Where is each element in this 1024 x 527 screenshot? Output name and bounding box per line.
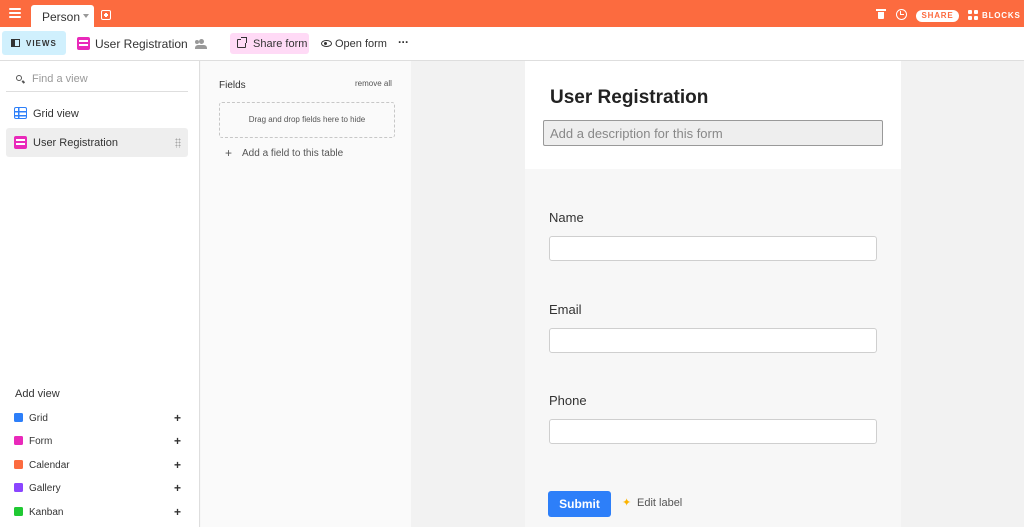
sidebar-item-label: User Registration (33, 137, 118, 149)
name-field[interactable] (549, 236, 877, 261)
table-tab-person[interactable]: Person (31, 5, 94, 27)
views-sidebar: Grid view User Registration Add view Gri… (0, 61, 200, 527)
grid-icon (14, 413, 23, 422)
trash-icon[interactable] (876, 9, 886, 19)
grid-icon (14, 107, 27, 119)
plus-icon[interactable]: + (174, 505, 181, 519)
form-icon (14, 436, 23, 445)
blocks-icon (968, 10, 979, 21)
calendar-icon (14, 460, 23, 469)
find-view-input[interactable] (32, 71, 182, 87)
drag-handle-icon[interactable] (175, 138, 181, 148)
blocks-label: BLOCKS (982, 11, 1021, 20)
form-canvas: User Registration Name Email Phone Submi… (411, 61, 1024, 527)
share-button[interactable]: SHARE (916, 10, 959, 22)
add-view-label: Kanban (29, 507, 64, 518)
add-view-calendar[interactable]: Calendar + (6, 454, 188, 476)
find-view-search (6, 67, 188, 92)
plus-icon[interactable]: + (174, 434, 181, 448)
add-view-heading: Add view (15, 388, 60, 400)
sidebar-icon (11, 39, 20, 47)
hamburger-menu-icon[interactable] (9, 8, 21, 19)
form-header: User Registration (525, 61, 901, 169)
collaborators-icon[interactable] (195, 39, 207, 49)
remove-all-link[interactable]: remove all (355, 79, 392, 88)
plus-icon[interactable]: + (174, 458, 181, 472)
kanban-icon (14, 507, 23, 516)
field-label-email: Email (549, 302, 582, 317)
gallery-icon (14, 483, 23, 492)
plus-icon[interactable]: + (174, 411, 181, 425)
plus-icon: + (225, 146, 233, 160)
add-view-form[interactable]: Form + (6, 430, 188, 452)
hidden-fields-drop-zone[interactable]: Drag and drop fields here to hide (219, 102, 395, 138)
views-toggle-button[interactable]: VIEWS (2, 31, 66, 55)
form-title[interactable]: User Registration (550, 87, 708, 109)
add-view-label: Gallery (29, 483, 61, 494)
form-icon (14, 136, 27, 149)
add-view-gallery[interactable]: Gallery + (6, 477, 188, 499)
add-view-label: Calendar (29, 460, 70, 471)
sidebar-item-user-registration[interactable]: User Registration (6, 128, 188, 157)
fields-panel: Fields remove all Drag and drop fields h… (201, 61, 411, 527)
search-icon (16, 75, 22, 81)
open-form-label: Open form (335, 38, 387, 50)
form-card: User Registration Name Email Phone Submi… (525, 61, 901, 527)
add-field-label: Add a field to this table (242, 148, 344, 159)
fields-heading: Fields (219, 80, 246, 91)
more-options-button[interactable]: ··· (398, 35, 414, 49)
sidebar-item-label: Grid view (33, 108, 79, 120)
submit-button[interactable]: Submit (548, 491, 611, 517)
share-form-label: Share form (253, 38, 308, 50)
chevron-down-icon[interactable] (83, 14, 89, 18)
add-view-label: Grid (29, 413, 48, 424)
open-form-button[interactable]: Open form (318, 33, 388, 54)
add-view-label: Form (29, 436, 53, 447)
phone-field[interactable] (549, 419, 877, 444)
email-field[interactable] (549, 328, 877, 353)
view-bar: VIEWS User Registration Share form Open … (0, 27, 1024, 61)
eye-icon (321, 40, 332, 47)
external-link-icon (237, 37, 247, 48)
edit-label-text: Edit label (637, 497, 683, 509)
field-label-name: Name (549, 210, 584, 225)
plus-icon[interactable]: + (174, 481, 181, 495)
top-bar: Person SHARE BLOCKS (0, 0, 1024, 27)
add-view-kanban[interactable]: Kanban + (6, 501, 188, 523)
form-description-input[interactable] (543, 120, 883, 146)
current-view-name[interactable]: User Registration (95, 37, 188, 51)
sidebar-item-grid-view[interactable]: Grid view (6, 99, 188, 128)
field-label-phone: Phone (549, 393, 587, 408)
add-view-grid[interactable]: Grid + (6, 407, 188, 429)
share-form-button[interactable]: Share form (230, 33, 309, 54)
table-tab-label: Person (42, 10, 81, 24)
magic-wand-icon: ✦ (622, 497, 632, 509)
views-label: VIEWS (26, 39, 57, 48)
add-table-icon[interactable] (101, 10, 111, 20)
form-icon (77, 37, 90, 50)
history-icon[interactable] (896, 9, 907, 20)
